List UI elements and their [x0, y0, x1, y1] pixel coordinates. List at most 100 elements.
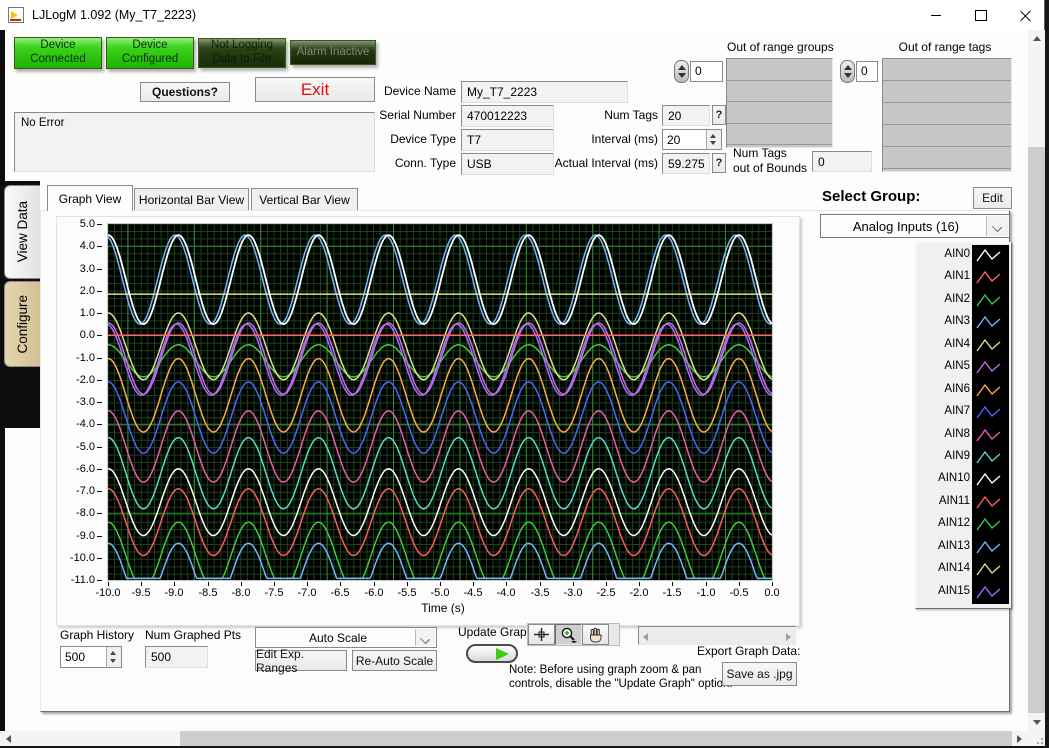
re-auto-scale-button[interactable]: Re-Auto Scale [352, 650, 437, 671]
list-row[interactable] [727, 102, 832, 124]
status-device-connected[interactable]: Device Connected [14, 37, 102, 69]
scroll-left-icon[interactable] [6, 735, 11, 743]
acq-row-label: Actual Interval (ms) [520, 156, 658, 170]
legend-label-ain13[interactable]: AIN13 [916, 540, 970, 552]
legend-label-ain0[interactable]: AIN0 [916, 248, 970, 260]
close-button[interactable] [1003, 0, 1048, 30]
maximize-button[interactable] [958, 0, 1003, 30]
legend-label-ain3[interactable]: AIN3 [916, 315, 970, 327]
device-row-value[interactable]: My_T7_2223 [461, 81, 628, 103]
tags-index-spinner[interactable] [840, 60, 855, 83]
questions-button[interactable]: Questions? [140, 82, 230, 102]
channel-legend[interactable]: AIN0 AIN1 AIN2 AIN3 AIN4 AIN5 AIN6 AIN7 AIN8 AIN9… [915, 242, 1012, 609]
legend-line-icon[interactable] [974, 493, 1007, 513]
scale-mode-dropdown[interactable]: Auto Scale [255, 627, 437, 648]
horizontal-scrollbar-thumb[interactable] [180, 731, 1012, 746]
legend-label-ain14[interactable]: AIN14 [916, 562, 970, 574]
list-row[interactable] [727, 81, 832, 103]
legend-label-ain1[interactable]: AIN1 [916, 270, 970, 282]
legend-line-icon[interactable] [974, 560, 1007, 580]
out-of-range-groups-list[interactable] [726, 58, 833, 148]
acq-row-value[interactable]: 20 [662, 129, 722, 150]
legend-line-icon[interactable] [974, 515, 1007, 535]
legend-label-ain5[interactable]: AIN5 [916, 360, 970, 372]
legend-line-icon[interactable] [974, 381, 1007, 401]
tab-vertical-bar-view[interactable]: Vertical Bar View [251, 188, 358, 210]
legend-label-ain4[interactable]: AIN4 [916, 338, 970, 350]
legend-line-icon[interactable] [974, 336, 1007, 356]
y-tick-label: -4.0 [68, 418, 102, 430]
legend-line-icon[interactable] [974, 246, 1007, 266]
chevron-down-icon[interactable] [415, 629, 435, 646]
legend-line-icon[interactable] [974, 448, 1007, 468]
help-button[interactable]: ? [712, 153, 726, 173]
update-graph-toggle[interactable] [466, 644, 518, 663]
tab-horizontal-bar-view[interactable]: Horizontal Bar View [134, 188, 249, 210]
graph-x-scrollbar[interactable] [638, 626, 796, 645]
legend-line-icon[interactable] [974, 291, 1007, 311]
legend-label-ain7[interactable]: AIN7 [916, 405, 970, 417]
side-tab-view-data[interactable]: View Data [4, 185, 40, 279]
list-row[interactable] [883, 103, 1011, 125]
groups-index-value[interactable]: 0 [690, 61, 723, 82]
graph-history-input[interactable]: 500 [60, 646, 122, 668]
side-tab-configure[interactable]: Configure [4, 281, 40, 367]
waveform-plot[interactable] [108, 224, 772, 580]
vertical-scrollbar[interactable] [1028, 30, 1045, 731]
chevron-down-icon[interactable] [986, 216, 1008, 236]
list-row[interactable] [883, 125, 1011, 147]
update-graph-label: Update Graph [458, 625, 533, 639]
y-tick-label: -6.0 [68, 463, 102, 475]
x-axis-label: Time (s) [408, 601, 478, 615]
legend-line-icon[interactable] [974, 583, 1007, 603]
status-device-configured[interactable]: Device Configured [106, 37, 194, 69]
list-row[interactable] [883, 147, 1011, 169]
legend-label-ain2[interactable]: AIN2 [916, 293, 970, 305]
legend-line-icon[interactable] [974, 538, 1007, 558]
zoom-tool-button[interactable] [555, 624, 582, 645]
legend-label-ain10[interactable]: AIN10 [916, 472, 970, 484]
tab-graph-view[interactable]: Graph View [47, 185, 133, 211]
edit-group-button[interactable]: Edit [973, 187, 1012, 209]
scroll-right-icon[interactable] [786, 633, 791, 641]
vertical-scrollbar-thumb[interactable] [1028, 147, 1045, 713]
status-not-logging-data-to-file[interactable]: Not Logging Data to File [198, 38, 286, 68]
pan-hand-button[interactable] [582, 624, 609, 645]
interval-spinner[interactable] [706, 130, 721, 149]
legend-label-ain15[interactable]: AIN15 [916, 585, 970, 597]
legend-label-ain6[interactable]: AIN6 [916, 383, 970, 395]
group-dropdown[interactable]: Analog Inputs (16) [820, 214, 1010, 238]
cursor-crosshair-button[interactable] [528, 624, 555, 645]
legend-label-ain9[interactable]: AIN9 [916, 450, 970, 462]
scroll-up-icon[interactable] [1033, 36, 1041, 41]
out-of-range-tags-list[interactable] [882, 58, 1012, 172]
legend-line-icon[interactable] [974, 268, 1007, 288]
play-icon [496, 648, 509, 660]
save-jpg-button[interactable]: Save as .jpg [722, 662, 797, 686]
tags-index-value[interactable]: 0 [856, 61, 878, 82]
list-row[interactable] [727, 59, 832, 81]
legend-line-icon[interactable] [974, 426, 1007, 446]
y-tick-label: -9.0 [68, 530, 102, 542]
list-row[interactable] [883, 59, 1011, 81]
legend-line-icon[interactable] [974, 313, 1007, 333]
horizontal-scrollbar[interactable] [0, 731, 1028, 746]
list-row[interactable] [883, 81, 1011, 103]
scroll-down-icon[interactable] [1033, 720, 1041, 725]
legend-line-icon[interactable] [974, 358, 1007, 378]
legend-label-ain8[interactable]: AIN8 [916, 428, 970, 440]
scroll-right-icon[interactable] [1017, 735, 1022, 743]
minimize-button[interactable] [913, 0, 958, 30]
scroll-left-icon[interactable] [643, 633, 648, 641]
groups-index-spinner[interactable] [674, 60, 689, 83]
acq-row-value: 59.275 [662, 153, 710, 174]
help-button[interactable]: ? [712, 105, 726, 125]
graph-history-spinner[interactable] [106, 647, 121, 667]
legend-line-icon[interactable] [974, 470, 1007, 490]
status-alarm-inactive[interactable]: Alarm Inactive [290, 40, 376, 65]
legend-label-ain12[interactable]: AIN12 [916, 517, 970, 529]
legend-label-ain11[interactable]: AIN11 [916, 495, 970, 507]
edit-exp-ranges-button[interactable]: Edit Exp. Ranges [255, 650, 347, 671]
legend-line-icon[interactable] [974, 403, 1007, 423]
list-row[interactable] [727, 124, 832, 146]
